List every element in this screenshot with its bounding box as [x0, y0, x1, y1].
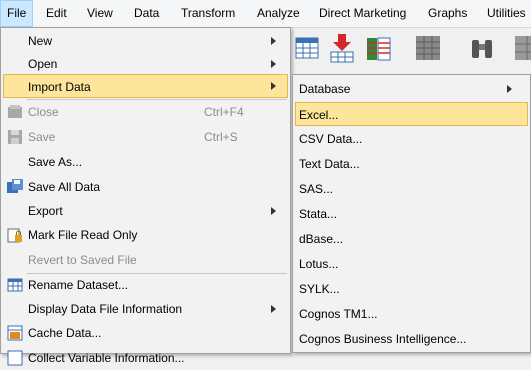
menu-item-label: Cache Data... — [28, 326, 102, 340]
submenu-item-label: Text Data... — [299, 157, 360, 171]
import-data-submenu: Database Excel... CSV Data... Text Data.… — [292, 74, 531, 353]
menu-item-label: Display Data File Information — [28, 302, 183, 316]
menu-item-label: Save — [28, 130, 56, 144]
submenu-item-stata[interactable]: Stata... — [295, 202, 528, 226]
close-file-icon — [8, 105, 22, 118]
menu-item-import-data[interactable]: Import Data — [3, 74, 288, 98]
menu-item-collect-variable-info[interactable]: Collect Variable Information... — [3, 346, 288, 370]
menu-graphs-label: Graphs — [428, 6, 468, 20]
submenu-item-sas[interactable]: SAS... — [295, 177, 528, 201]
submenu-item-label: dBase... — [299, 232, 344, 246]
data-editor-icon[interactable] — [293, 32, 323, 64]
save-icon — [8, 130, 22, 144]
menu-view[interactable]: View — [81, 0, 119, 27]
menu-edit-label: Edit — [46, 6, 67, 20]
collect-variable-icon — [7, 350, 23, 366]
save-all-icon — [7, 179, 23, 193]
menu-analyze[interactable]: Analyze — [251, 0, 306, 27]
menu-transform[interactable]: Transform — [175, 0, 241, 27]
menu-item-label: Import Data — [28, 80, 91, 94]
menu-item-label: Revert to Saved File — [28, 253, 137, 267]
submenu-item-label: Lotus... — [299, 257, 339, 271]
menu-item-label: Open — [28, 57, 58, 71]
binoculars-icon[interactable] — [467, 32, 497, 64]
submenu-item-csv[interactable]: CSV Data... — [295, 127, 528, 151]
menu-direct-marketing-label: Direct Marketing — [319, 6, 407, 20]
menu-utilities[interactable]: Utilities — [481, 0, 531, 27]
menu-item-save-as[interactable]: Save As... — [3, 150, 288, 174]
menu-file[interactable]: File — [0, 0, 34, 27]
submenu-item-label: Stata... — [299, 207, 338, 221]
menu-utilities-label: Utilities — [487, 6, 526, 20]
menu-item-label: Rename Dataset... — [28, 278, 129, 292]
submenu-arrow-icon — [271, 207, 276, 215]
menu-file-label: File — [7, 6, 27, 20]
menu-graphs[interactable]: Graphs — [422, 0, 473, 27]
menu-view-label: View — [87, 6, 113, 20]
menu-item-rename-dataset[interactable]: Rename Dataset... — [3, 273, 288, 297]
menu-data-label: Data — [134, 6, 160, 20]
menu-item-close[interactable]: Close Ctrl+F4 — [3, 100, 288, 124]
file-menu: New Open Import Data Close Ctrl+F4 Save … — [0, 27, 291, 366]
menu-item-display-file-info[interactable]: Display Data File Information — [3, 297, 288, 321]
submenu-item-dbase[interactable]: dBase... — [295, 227, 528, 251]
toolbar — [290, 28, 531, 70]
menu-item-open[interactable]: Open — [3, 52, 288, 76]
menu-item-label: Mark File Read Only — [28, 228, 138, 242]
menu-item-label: Save As... — [28, 155, 83, 169]
rename-dataset-icon — [7, 278, 23, 292]
submenu-item-cognos-bi[interactable]: Cognos Business Intelligence... — [295, 327, 528, 351]
cache-data-icon — [7, 325, 23, 341]
menu-direct-marketing[interactable]: Direct Marketing — [313, 0, 412, 27]
submenu-item-label: Cognos Business Intelligence... — [299, 332, 467, 346]
submenu-arrow-icon — [271, 60, 276, 68]
submenu-item-label: SAS... — [299, 182, 334, 196]
goto-case-icon[interactable] — [327, 32, 357, 64]
menu-analyze-label: Analyze — [257, 6, 300, 20]
submenu-item-label: Excel... — [299, 108, 339, 122]
menu-item-new[interactable]: New — [3, 29, 288, 53]
menu-item-label: Collect Variable Information... — [28, 351, 185, 365]
menu-item-shortcut: Ctrl+S — [204, 130, 238, 144]
menu-transform-label: Transform — [181, 6, 236, 20]
menu-item-revert[interactable]: Revert to Saved File — [3, 248, 288, 272]
menu-edit[interactable]: Edit — [40, 0, 73, 27]
submenu-item-sylk[interactable]: SYLK... — [295, 277, 528, 301]
submenu-arrow-icon — [271, 82, 276, 90]
submenu-item-label: Database — [299, 82, 351, 96]
menu-item-label: Save All Data — [28, 180, 101, 194]
menu-item-save[interactable]: Save Ctrl+S — [3, 125, 288, 149]
menu-item-cache-data[interactable]: Cache Data... — [3, 321, 288, 345]
menu-item-mark-read-only[interactable]: Mark File Read Only — [3, 223, 288, 247]
submenu-item-text-data[interactable]: Text Data... — [295, 152, 528, 176]
variables-icon[interactable] — [363, 32, 393, 64]
submenu-arrow-icon — [507, 85, 512, 93]
submenu-item-excel[interactable]: Excel... — [295, 102, 528, 126]
menu-item-save-all-data[interactable]: Save All Data — [3, 175, 288, 199]
find-icon[interactable] — [413, 32, 443, 64]
menu-item-export[interactable]: Export — [3, 199, 288, 223]
submenu-item-cognos-tm1[interactable]: Cognos TM1... — [295, 302, 528, 326]
menu-item-shortcut: Ctrl+F4 — [204, 105, 244, 119]
menu-item-label: Close — [28, 105, 59, 119]
menu-item-label: Export — [28, 204, 63, 218]
split-file-icon[interactable] — [512, 32, 531, 64]
read-only-lock-icon — [7, 228, 22, 243]
submenu-arrow-icon — [271, 305, 276, 313]
submenu-item-label: SYLK... — [299, 282, 340, 296]
menubar: File Edit View Data Transform Analyze Di… — [0, 0, 531, 28]
submenu-item-lotus[interactable]: Lotus... — [295, 252, 528, 276]
submenu-arrow-icon — [271, 37, 276, 45]
submenu-item-database[interactable]: Database — [295, 77, 528, 101]
menu-data[interactable]: Data — [128, 0, 165, 27]
submenu-item-label: Cognos TM1... — [299, 307, 378, 321]
menu-item-label: New — [28, 34, 53, 48]
submenu-item-label: CSV Data... — [299, 132, 363, 146]
